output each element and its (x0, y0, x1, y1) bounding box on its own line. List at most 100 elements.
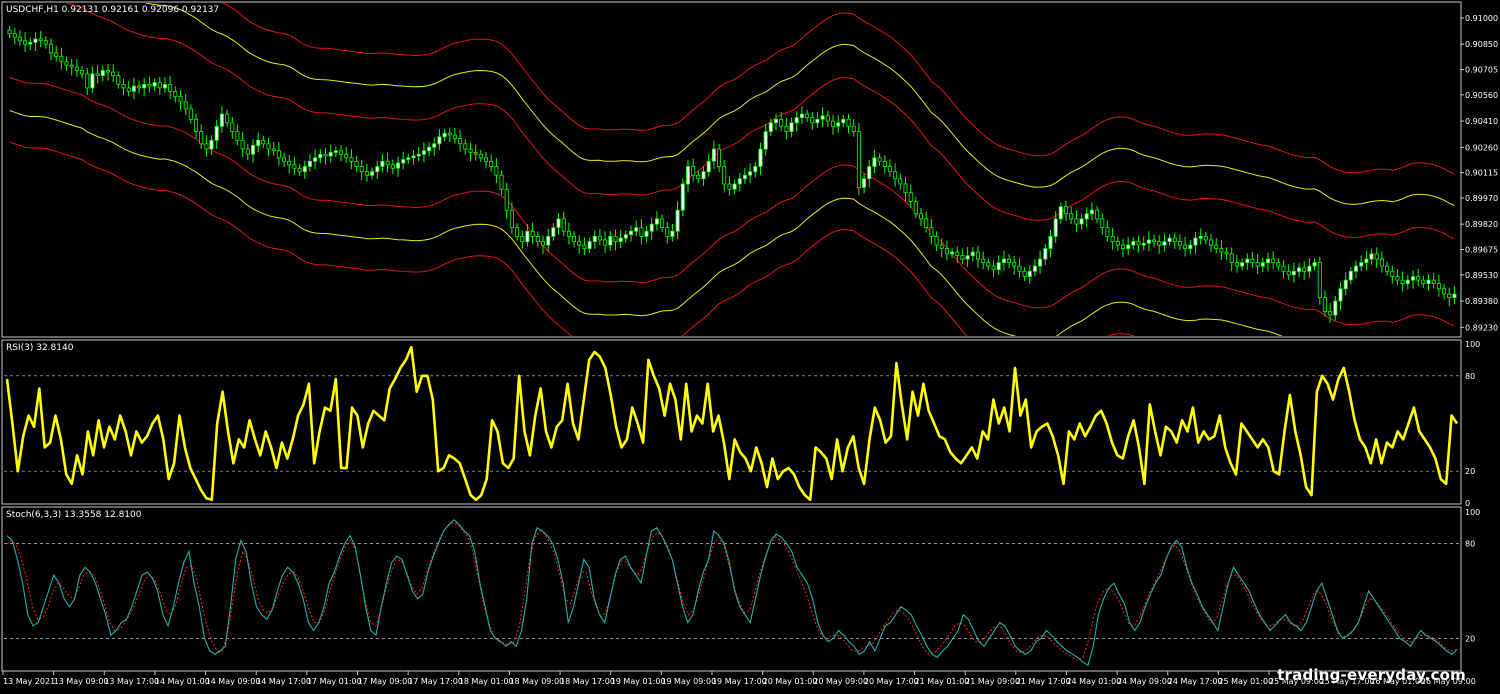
time-tick-label: 14 May 01:00 (155, 677, 210, 686)
candle-body (1302, 267, 1307, 272)
candle-body (1395, 276, 1400, 281)
price-panel-header: USDCHF,H1 0.92131 0.92161 0.92096 0.9213… (6, 5, 219, 15)
candle-body (1312, 262, 1317, 267)
time-tick-label: 19 May 17:00 (712, 677, 767, 686)
candle-body (587, 241, 592, 250)
time-tick-label: 24 May 17:00 (1168, 677, 1223, 686)
candle-body (147, 84, 152, 87)
price-tick-label: 0.90410 (1465, 117, 1498, 126)
price-tick-label: 0.90560 (1465, 91, 1498, 100)
candle-body (256, 139, 261, 146)
candle-body (1229, 253, 1234, 263)
candle-body (753, 166, 758, 173)
candle-body (364, 171, 369, 176)
candle-body (354, 160, 359, 167)
candle-body (1203, 235, 1208, 241)
candle-body (173, 91, 178, 98)
candle-body (1038, 258, 1043, 267)
candle-body (1271, 258, 1276, 264)
time-tick-label: 14 May 09:00 (206, 677, 261, 686)
candle-body (592, 235, 597, 242)
candle-body (509, 209, 514, 229)
candle-body (1069, 213, 1074, 220)
candle-body (1121, 244, 1126, 250)
candle-body (1043, 248, 1048, 260)
candle-body (986, 262, 991, 267)
time-tick-label: 17 May 01:00 (307, 677, 362, 686)
candle-body (525, 230, 530, 243)
candle-body (1240, 262, 1245, 267)
price-tick-label: 0.89820 (1465, 220, 1498, 229)
candle-body (1266, 258, 1271, 264)
candle-body (168, 84, 173, 92)
candle-body (556, 218, 561, 228)
time-tick-label: 14 May 17:00 (256, 677, 311, 686)
candle-body (577, 241, 582, 246)
candle-body (851, 125, 856, 132)
candle-body (116, 75, 121, 85)
candle-body (370, 171, 375, 176)
candle-body (1188, 244, 1193, 250)
candle-body (85, 73, 90, 89)
candle-body (1115, 241, 1120, 246)
candle-body (836, 122, 841, 127)
watermark-text: trading-everyday.com (1277, 666, 1466, 684)
candle-body (794, 117, 799, 124)
rsi-panel-header: RSI(3) 32.8140 (6, 343, 74, 353)
candle-body (1390, 270, 1395, 277)
candle-body (416, 153, 421, 157)
candle-body (504, 188, 509, 211)
candle-body (1359, 262, 1364, 267)
price-tick-label: 0.90850 (1465, 40, 1498, 49)
time-tick-label: 19 May 01:00 (611, 677, 666, 686)
candle-body (1177, 241, 1182, 246)
candle-body (944, 248, 949, 255)
candle-body (1162, 241, 1167, 246)
candle-body (1053, 218, 1058, 237)
candle-body (515, 227, 520, 237)
candle-body (939, 244, 944, 250)
candle-body (349, 157, 354, 162)
candle-body (1074, 218, 1079, 225)
candle-body (33, 38, 38, 43)
candle-body (1172, 237, 1177, 243)
candle-body (976, 251, 981, 260)
candle-body (867, 166, 872, 180)
candle-body (566, 230, 571, 237)
candle-body (1374, 253, 1379, 260)
candle-body (768, 122, 773, 132)
candle-body (572, 235, 577, 242)
candle-body (660, 218, 665, 228)
candle-body (447, 132, 452, 136)
candle-body (1183, 244, 1188, 250)
candle-body (722, 166, 727, 185)
candle-body (142, 84, 147, 89)
time-tick-label: 18 May 01:00 (459, 677, 514, 686)
time-tick-label: 17 May 17:00 (408, 677, 463, 686)
candle-body (271, 148, 276, 152)
candle-body (162, 84, 167, 89)
candle-body (1146, 239, 1151, 244)
candle-body (333, 150, 338, 153)
candle-body (665, 227, 670, 237)
chart-canvas: 0.91000 0.90850 0.90705 0.90560 0.90410 0.902… (0, 0, 1500, 690)
candle-body (80, 70, 85, 75)
time-tick-label: 13 May 17:00 (104, 677, 159, 686)
candle-body (991, 265, 996, 271)
candle-body (468, 148, 473, 153)
candle-body (882, 160, 887, 167)
candle-body (597, 235, 602, 241)
price-tick-label: 0.89970 (1465, 194, 1498, 203)
candle-body (970, 251, 975, 257)
candle-body (458, 138, 463, 145)
price-tick-label: 0.89675 (1465, 246, 1498, 255)
trading-terminal-chart: 0.91000 0.90850 0.90705 0.90560 0.90410 0.902… (0, 0, 1500, 690)
candle-body (737, 178, 742, 185)
candle-body (178, 96, 183, 103)
candle-body (287, 160, 292, 166)
candle-body (1452, 293, 1457, 299)
candle-body (1250, 258, 1255, 264)
candle-body (338, 150, 343, 155)
candle-body (1348, 270, 1353, 281)
candle-body (483, 157, 488, 162)
